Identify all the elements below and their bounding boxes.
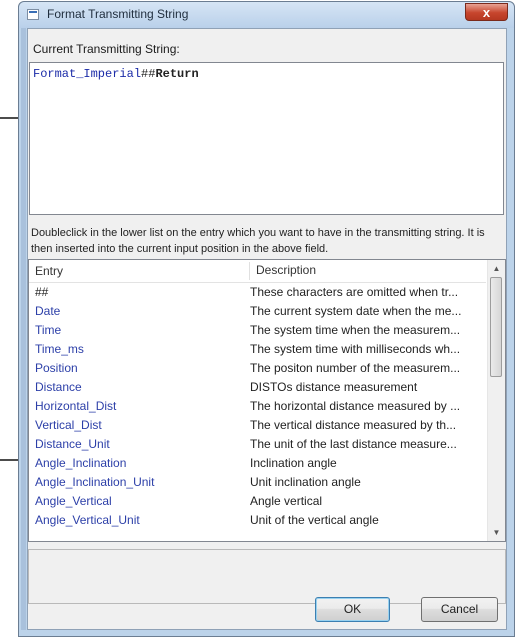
entry-cell: Distance_Unit — [35, 437, 110, 451]
scroll-thumb[interactable] — [490, 277, 502, 377]
list-row[interactable]: Angle_Inclination_Unit Unit inclination a… — [29, 473, 486, 492]
description-cell: Angle vertical — [250, 494, 323, 508]
window-frame-left — [21, 28, 26, 630]
cancel-button[interactable]: Cancel — [421, 597, 498, 622]
column-header-entry[interactable]: Entry — [35, 264, 63, 278]
entry-cell: Time — [35, 323, 62, 337]
description-cell: The system time when the measurem... — [250, 323, 461, 337]
description-cell: Unit inclination angle — [250, 475, 361, 489]
description-cell: The current system date when the me... — [250, 304, 462, 318]
list-row[interactable]: Vertical_Dist The vertical distance measu… — [29, 416, 486, 435]
entry-cell: Angle_Inclination — [35, 456, 127, 470]
description-cell: Unit of the vertical angle — [250, 513, 379, 527]
list-row[interactable]: Angle_Inclination Inclination angle — [29, 454, 486, 473]
window-app-icon — [27, 9, 39, 20]
entry-cell: Vertical_Dist — [35, 418, 102, 432]
entry-cell: Time_ms — [35, 342, 84, 356]
entry-cell: Date — [35, 304, 61, 318]
window-title: Format Transmitting String — [47, 7, 189, 21]
editor-token: Format_Imperial — [33, 67, 142, 81]
entry-cell: Horizontal_Dist — [35, 399, 117, 413]
list-row[interactable]: Distance DISTOs distance measurement — [29, 378, 486, 397]
ok-button[interactable]: OK — [315, 597, 390, 622]
list-row[interactable]: Time_ms The system time with milliseconds… — [29, 340, 486, 359]
list-row[interactable]: Position The positon number of the measur… — [29, 359, 486, 378]
list-scrollbar[interactable]: ▲ ▼ — [487, 260, 505, 541]
editor-token: Return — [155, 67, 199, 81]
description-cell: The positon number of the measurem... — [250, 361, 461, 375]
description-cell: DISTOs distance measurement — [250, 380, 418, 394]
list-row[interactable]: Angle_Vertical_Unit Unit of the vertical … — [29, 511, 486, 530]
instructions-text: Doubleclick in the lower list on the ent… — [31, 227, 485, 255]
current-string-editor[interactable]: Format_Imperial##Return — [29, 62, 504, 215]
scroll-up-icon[interactable]: ▲ — [488, 260, 505, 277]
list-row[interactable]: Date The current system date when the me.… — [29, 302, 486, 321]
column-header-description[interactable]: Description — [249, 262, 316, 280]
current-string-label: Current Transmitting String: — [33, 42, 180, 56]
scroll-down-icon[interactable]: ▼ — [488, 524, 505, 541]
description-cell: The horizontal distance measured by ... — [250, 399, 461, 413]
list-rows: ## These characters are omitted when tr..… — [29, 283, 486, 530]
dialog-client-area: Current Transmitting String: Format_Impe… — [27, 28, 507, 630]
list-row[interactable]: Angle_Vertical Angle vertical — [29, 492, 486, 511]
description-cell: The vertical distance measured by th... — [250, 418, 457, 432]
entry-cell: Angle_Inclination_Unit — [35, 475, 155, 489]
entry-cell: Angle_Vertical — [35, 494, 112, 508]
entry-list[interactable]: Entry Description ## These characters are… — [28, 259, 506, 542]
close-button[interactable]: x — [465, 3, 508, 21]
title-bar[interactable]: Format Transmitting String x — [19, 2, 514, 28]
list-header: Entry Description — [29, 260, 486, 283]
entry-cell: ## — [35, 285, 49, 299]
description-cell: These characters are omitted when tr... — [250, 285, 459, 299]
list-row[interactable]: Horizontal_Dist The horizontal distance m… — [29, 397, 486, 416]
entry-cell: Distance — [35, 380, 82, 394]
description-cell: Inclination angle — [250, 456, 337, 470]
preview-area — [28, 549, 506, 604]
list-row[interactable]: Time The system time when the measurem... — [29, 321, 486, 340]
description-cell: The unit of the last distance measure... — [250, 437, 457, 451]
entry-cell: Position — [35, 361, 78, 375]
description-cell: The system time with milliseconds wh... — [250, 342, 461, 356]
entry-cell: Angle_Vertical_Unit — [35, 513, 140, 527]
dialog-window: Format Transmitting String x Current Tra… — [18, 1, 515, 637]
editor-token: ## — [141, 67, 156, 81]
list-row[interactable]: ## These characters are omitted when tr..… — [29, 283, 486, 302]
editor-line: Format_Imperial##Return — [33, 67, 199, 81]
list-row[interactable]: Distance_Unit The unit of the last distan… — [29, 435, 486, 454]
